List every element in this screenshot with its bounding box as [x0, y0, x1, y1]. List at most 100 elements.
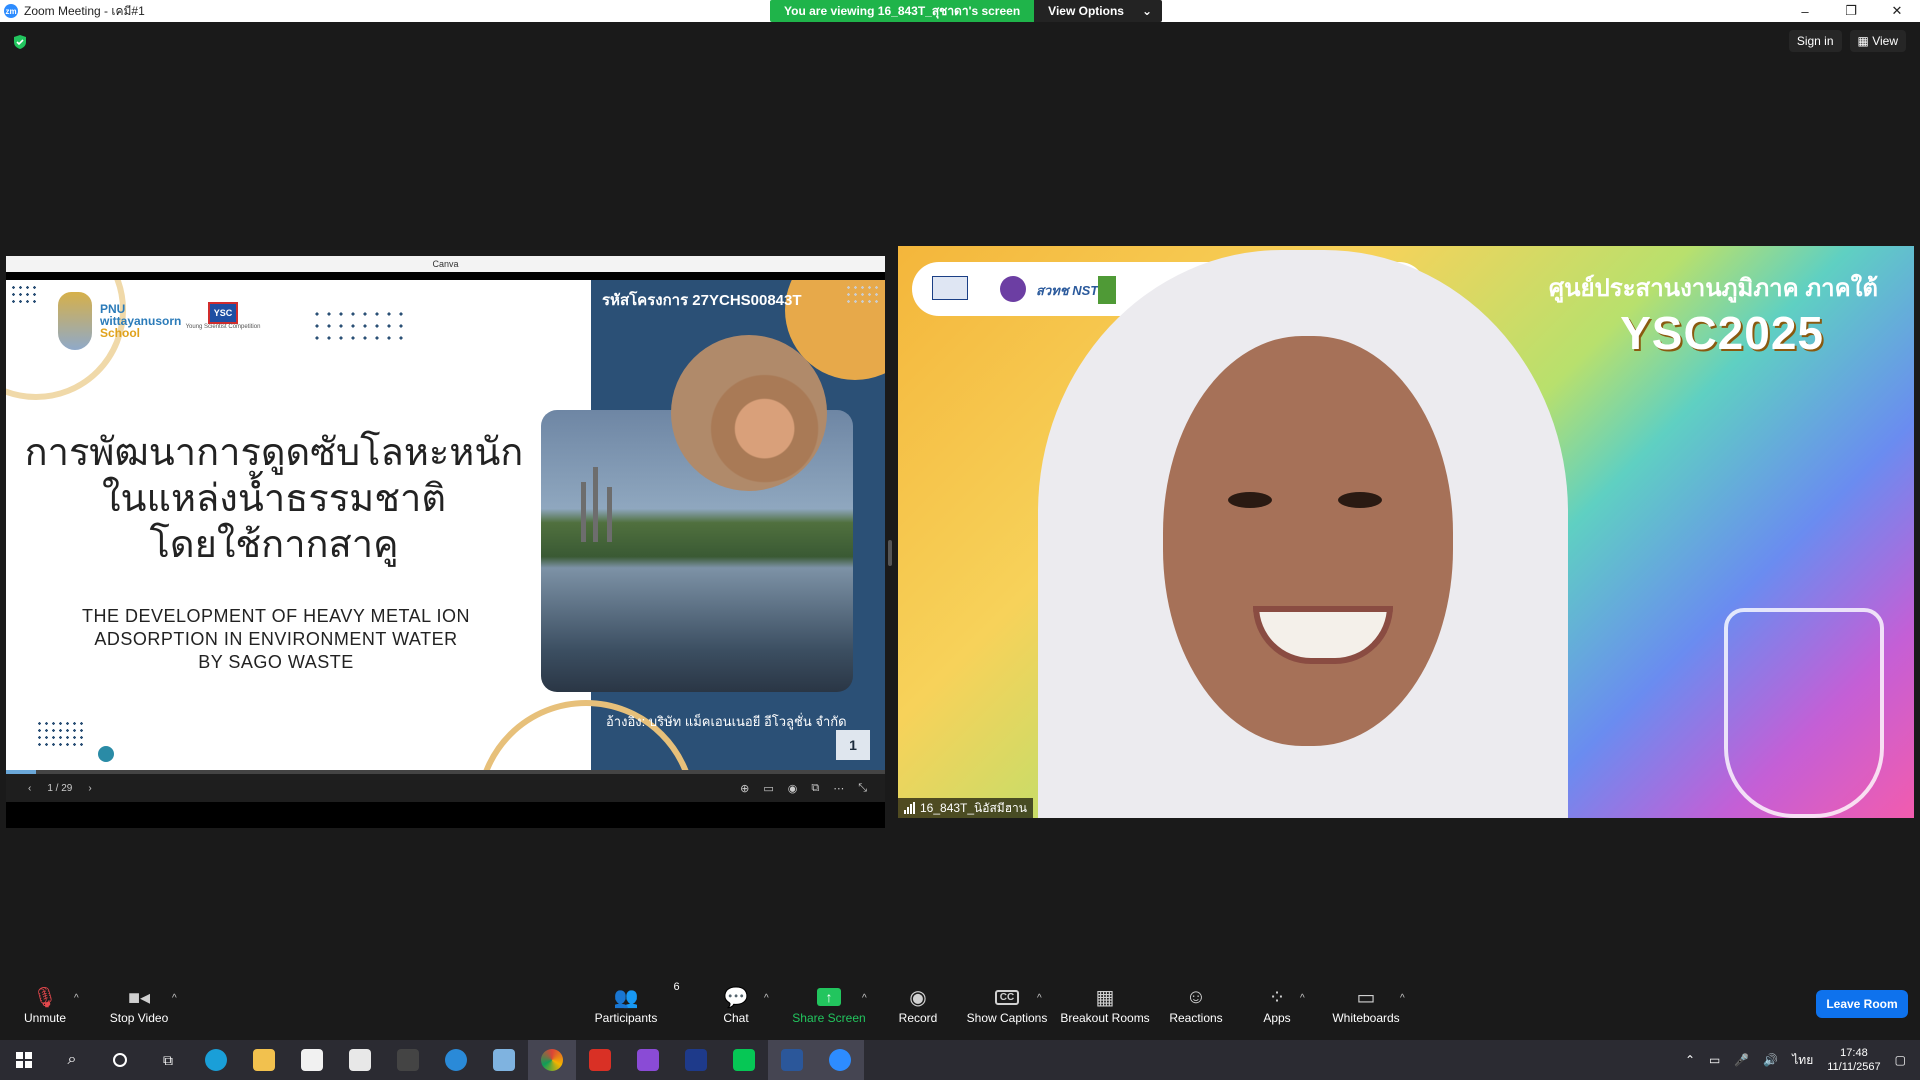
sponsor-logo-4	[1098, 276, 1116, 304]
participant-eye	[1338, 492, 1382, 508]
reactions-label: Reactions	[1169, 1011, 1223, 1025]
app-icon[interactable]	[384, 1040, 432, 1080]
sign-in-button[interactable]: Sign in	[1788, 30, 1842, 52]
file-explorer-icon[interactable]	[240, 1040, 288, 1080]
slide-english-title: THE DEVELOPMENT OF HEAVY METAL ION ADSOR…	[36, 605, 516, 674]
task-view-icon[interactable]: ⧉	[144, 1040, 192, 1080]
shared-screen[interactable]: Canva PNU wittayanusorn School YSC Young…	[6, 256, 885, 828]
decor-dots	[845, 284, 881, 304]
windows-start-icon[interactable]	[0, 1040, 48, 1080]
notes-icon[interactable]: ▭	[763, 782, 773, 795]
record-label: Record	[898, 1011, 938, 1025]
minimize-button[interactable]: –	[1782, 0, 1828, 22]
breakout-rooms-label: Breakout Rooms	[1060, 1011, 1150, 1025]
more-icon[interactable]: ⋯	[833, 782, 844, 795]
chevron-up-icon[interactable]: ^	[1037, 993, 1042, 1004]
slide-page-number: 1	[836, 730, 870, 760]
meeting-toolbar: 🎙 Unmute ^ ■◂ Stop Video ^ 👥 6 Participan…	[0, 977, 1920, 1040]
reactions-button[interactable]: ☺ Reactions	[1151, 983, 1241, 1035]
internet-explorer-icon[interactable]	[432, 1040, 480, 1080]
project-code: รหัสโครงการ 27YCHS00843T	[602, 292, 802, 309]
unmute-label: Unmute	[23, 1011, 67, 1025]
store-icon[interactable]	[288, 1040, 336, 1080]
network-icon[interactable]: ▭	[1709, 1053, 1720, 1067]
thai-title-line: ในแหล่งน้ำธรรมชาติ	[101, 478, 447, 520]
participant-eye	[1228, 492, 1272, 508]
eng-title-line: THE DEVELOPMENT OF HEAVY METAL ION	[81, 606, 471, 626]
canva-app-icon[interactable]	[672, 1040, 720, 1080]
chrome-icon[interactable]	[528, 1040, 576, 1080]
zoom-taskbar-icon[interactable]	[816, 1040, 864, 1080]
participants-label: Participants	[594, 1011, 658, 1025]
thai-title-line: การพัฒนาการดูดซับโลหะหนัก	[24, 432, 524, 474]
broadcast-icon[interactable]: ◉	[788, 782, 798, 795]
prev-slide-icon[interactable]: ‹	[28, 783, 31, 794]
slide-controls: ‹ 1 / 29 › ⊕ ▭ ◉ ⧉ ⋯ ⤡	[6, 774, 885, 802]
cc-icon: CC	[994, 983, 1020, 1011]
chimney	[581, 482, 586, 542]
eng-title-line: BY SAGO WASTE	[198, 652, 354, 672]
cortana-icon[interactable]	[96, 1040, 144, 1080]
chevron-down-icon: ⌄	[1141, 4, 1153, 18]
breakout-rooms-button[interactable]: ▦ Breakout Rooms	[1060, 983, 1150, 1035]
edge-icon[interactable]	[192, 1040, 240, 1080]
share-screen-label: Share Screen	[792, 1011, 866, 1025]
split-resize-handle[interactable]	[888, 540, 892, 566]
top-right-controls: Sign in ▦ View	[1788, 30, 1906, 52]
restore-button[interactable]: ❐	[1828, 0, 1874, 22]
pointer-cursor	[98, 746, 114, 762]
apps-icon: ⁘	[1268, 986, 1286, 1009]
microphone-icon[interactable]: 🎤	[1734, 1053, 1749, 1067]
ysc-logo: YSC Young Scientist Competition	[178, 302, 268, 342]
school-logo: PNU wittayanusorn School	[58, 292, 181, 350]
zoom-icon[interactable]: ⊕	[740, 782, 749, 795]
notification-icon[interactable]: ▢	[1895, 1053, 1906, 1067]
chevron-up-icon[interactable]: ^	[74, 993, 79, 1004]
apps-button[interactable]: ⁘ Apps	[1232, 983, 1322, 1035]
leave-room-button[interactable]: Leave Room	[1816, 990, 1908, 1018]
show-captions-button[interactable]: CC Show Captions	[962, 983, 1052, 1035]
chimney	[607, 487, 612, 542]
volume-icon[interactable]: 🔊	[1763, 1053, 1778, 1067]
search-icon[interactable]: ⌕	[48, 1040, 96, 1080]
unmute-button[interactable]: 🎙 Unmute	[0, 983, 90, 1035]
decor-dots	[311, 308, 411, 342]
close-button[interactable]: ✕	[1874, 0, 1920, 22]
chevron-up-icon[interactable]: ^	[1400, 993, 1405, 1004]
notes-app-icon[interactable]	[480, 1040, 528, 1080]
record-button[interactable]: ◉ Record	[873, 983, 963, 1035]
view-button[interactable]: ▦ View	[1849, 30, 1906, 52]
pdf-app-icon[interactable]	[624, 1040, 672, 1080]
language-indicator[interactable]: ไทย	[1792, 1051, 1813, 1070]
stop-video-button[interactable]: ■◂ Stop Video	[94, 983, 184, 1035]
view-options-button[interactable]: View Options ⌄	[1034, 0, 1163, 22]
chevron-up-icon[interactable]: ⌃	[1685, 1053, 1695, 1067]
acrobat-icon[interactable]	[576, 1040, 624, 1080]
exit-fullscreen-icon[interactable]: ⤡	[858, 782, 867, 795]
chat-button[interactable]: 💬 Chat	[691, 983, 781, 1035]
chevron-up-icon[interactable]: ^	[764, 993, 769, 1004]
muted-mic-icon: 🎙	[32, 986, 58, 1009]
smiley-icon: ☺	[1185, 985, 1207, 1008]
clock[interactable]: 17:48 11/11/2567	[1827, 1046, 1880, 1074]
line-icon[interactable]	[720, 1040, 768, 1080]
mail-icon[interactable]	[336, 1040, 384, 1080]
chevron-up-icon[interactable]: ^	[862, 993, 867, 1004]
shield-icon[interactable]	[12, 34, 28, 50]
participants-count: 6	[673, 981, 680, 993]
share-screen-button[interactable]: ↑ Share Screen	[784, 983, 874, 1035]
thai-title-line: โดยใช้กากสาคู	[149, 524, 399, 566]
view-label: View	[1872, 34, 1898, 48]
participant-video[interactable]: สวทช NSTDA ศูนย์ประสานงานภูมิภาค ภาคใต้ …	[898, 246, 1914, 818]
next-slide-icon[interactable]: ›	[88, 783, 91, 794]
whiteboards-button[interactable]: ▭ Whiteboards	[1321, 983, 1411, 1035]
word-icon[interactable]	[768, 1040, 816, 1080]
present-icon[interactable]: ⧉	[811, 782, 819, 795]
participants-button[interactable]: 👥 6 Participants	[581, 981, 680, 1035]
chevron-up-icon[interactable]: ^	[172, 993, 177, 1004]
system-tray: ⌃ ▭ 🎤 🔊 ไทย 17:48 11/11/2567 ▢	[1685, 1040, 1920, 1080]
chevron-up-icon[interactable]: ^	[1300, 993, 1305, 1004]
flask-decor-icon	[1724, 608, 1884, 818]
breakout-grid-icon: ▦	[1095, 986, 1115, 1009]
share-screen-icon: ↑	[817, 983, 841, 1011]
